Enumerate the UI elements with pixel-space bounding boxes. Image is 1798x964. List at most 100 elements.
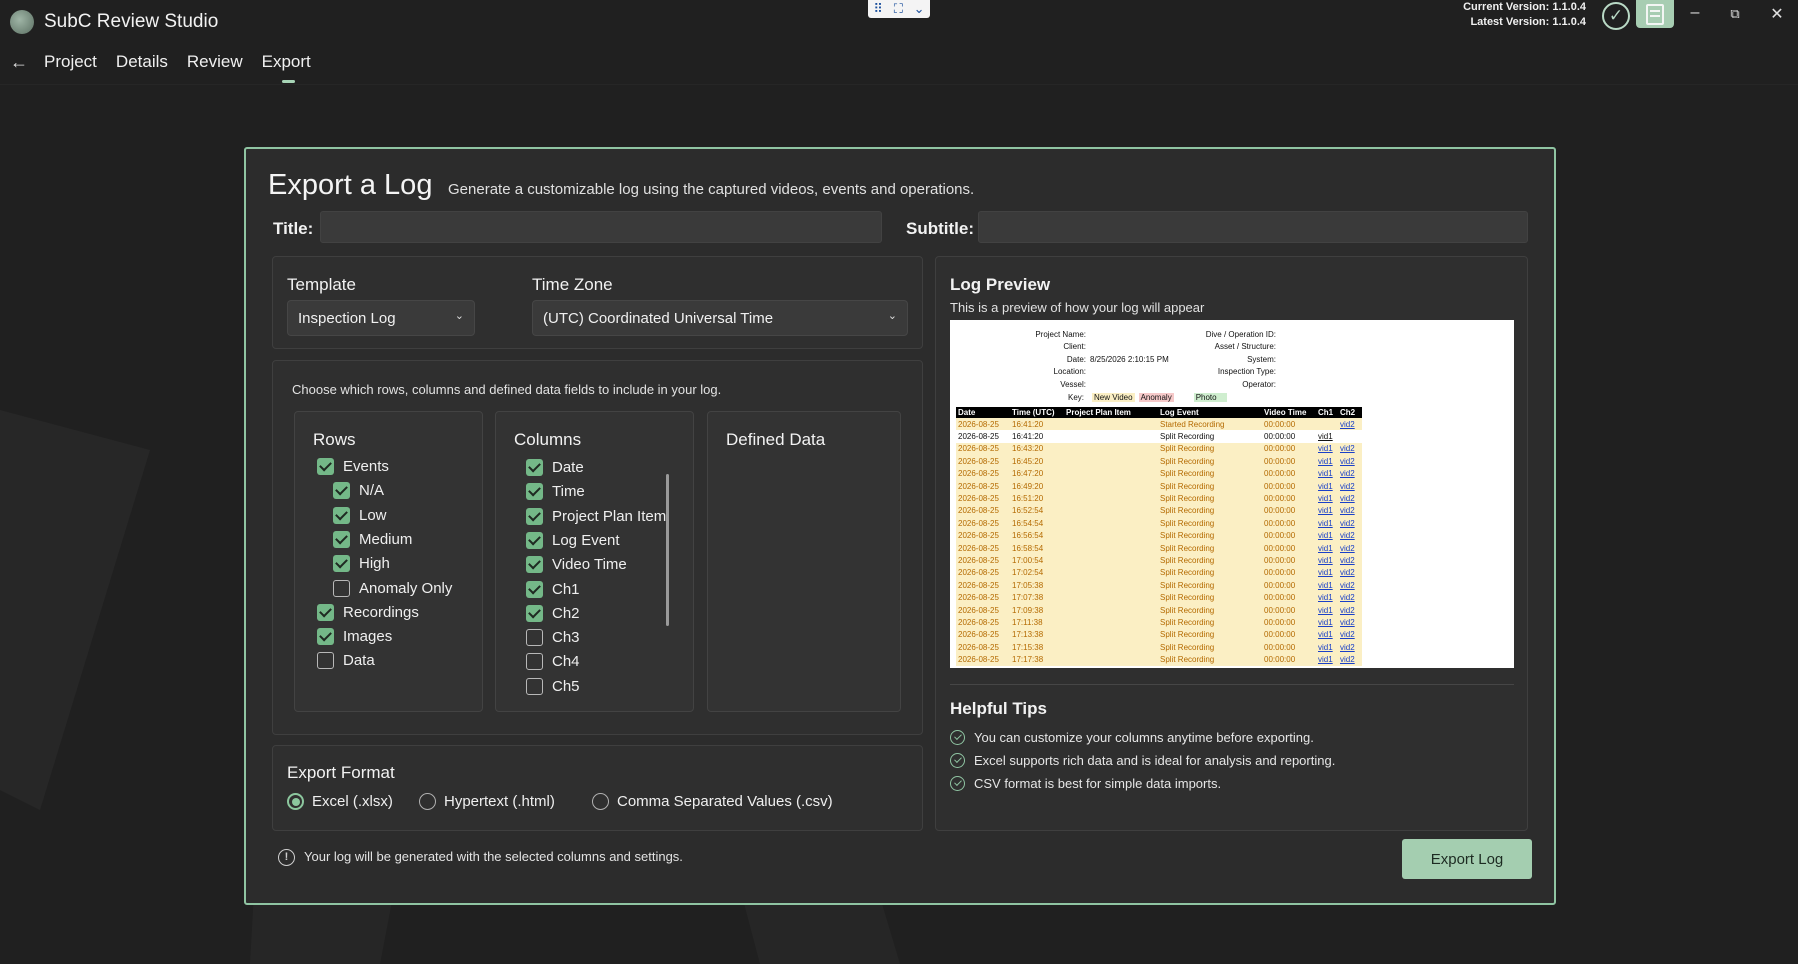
preview-cell-ch1[interactable]: vid1 [1316, 603, 1338, 617]
preview-cell-ch1[interactable]: vid1 [1316, 591, 1338, 604]
column-option[interactable]: Ch5 [526, 677, 580, 695]
checkbox-checked-icon[interactable] [526, 531, 543, 549]
checkbox-checked-icon[interactable] [317, 628, 334, 646]
column-option[interactable]: Ch2 [526, 604, 580, 622]
preview-cell-ch2[interactable]: vid2 [1338, 554, 1362, 567]
preview-cell-ch1[interactable]: vid1 [1316, 653, 1338, 666]
preview-cell-ch2[interactable]: vid2 [1338, 442, 1362, 456]
row-option[interactable]: Images [317, 628, 392, 646]
checkbox-checked-icon[interactable] [526, 459, 543, 476]
preview-cell-ch2[interactable]: vid2 [1338, 603, 1362, 617]
column-option[interactable]: Date [526, 459, 584, 476]
checkbox-checked-icon[interactable] [526, 580, 543, 598]
row-option[interactable]: Recordings [317, 603, 419, 621]
row-option[interactable]: High [333, 555, 390, 573]
column-option[interactable]: Time [526, 483, 585, 501]
checkbox-unchecked-icon[interactable] [333, 579, 350, 597]
preview-cell-ch1[interactable]: vid1 [1316, 455, 1338, 468]
chevron-down-icon[interactable]: ⌄ [914, 1, 925, 17]
checkbox-checked-icon[interactable] [333, 482, 350, 500]
checkbox-checked-icon[interactable] [333, 555, 350, 573]
subtitle-input[interactable] [978, 211, 1528, 243]
preview-cell-ch1[interactable]: vid1 [1316, 566, 1338, 580]
tab-review[interactable]: Review [187, 52, 243, 72]
row-option[interactable]: Low [333, 506, 387, 524]
preview-cell-ch2[interactable]: vid2 [1338, 479, 1362, 493]
tab-details[interactable]: Details [116, 52, 168, 72]
row-option[interactable]: Data [317, 652, 375, 670]
preview-cell-ch2[interactable]: vid2 [1338, 467, 1362, 480]
preview-cell-ch1[interactable] [1316, 418, 1338, 431]
columns-scrollbar[interactable] [666, 474, 669, 626]
export-log-button[interactable]: Export Log [1402, 839, 1532, 879]
preview-cell-ch1[interactable]: vid1 [1316, 479, 1338, 493]
preview-cell-ch2[interactable]: vid2 [1338, 566, 1362, 580]
checkbox-checked-icon[interactable] [333, 530, 350, 548]
restore-button[interactable]: ⧉ [1720, 6, 1750, 22]
minimize-button[interactable]: – [1680, 4, 1710, 22]
timezone-select[interactable]: (UTC) Coordinated Universal Time ⌄ [532, 300, 908, 336]
preview-cell-ch1[interactable]: vid1 [1316, 492, 1338, 505]
preview-cell-ch2[interactable]: vid2 [1338, 641, 1362, 654]
up-to-date-check-icon[interactable]: ✓ [1602, 2, 1630, 30]
checkbox-checked-icon[interactable] [317, 458, 334, 475]
column-option[interactable]: Project Plan Item [526, 507, 666, 525]
checkbox-checked-icon[interactable] [526, 483, 543, 501]
column-option[interactable]: Video Time [526, 556, 627, 574]
radio-selected-icon[interactable] [287, 793, 304, 810]
checkbox-checked-icon[interactable] [317, 603, 334, 621]
back-arrow-icon[interactable]: ← [10, 52, 28, 73]
row-option[interactable]: Medium [333, 530, 412, 548]
preview-cell-ch1[interactable]: vid1 [1316, 430, 1338, 443]
column-option[interactable]: Ch3 [526, 629, 580, 647]
preview-cell-ch2[interactable] [1338, 430, 1362, 443]
tab-project[interactable]: Project [44, 52, 97, 72]
preview-cell-ch1[interactable]: vid1 [1316, 641, 1338, 654]
preview-cell-ch1[interactable]: vid1 [1316, 504, 1338, 518]
radio-unselected-icon[interactable] [592, 793, 609, 810]
column-option[interactable]: Log Event [526, 531, 620, 549]
checkbox-unchecked-icon[interactable] [526, 653, 543, 671]
row-option[interactable]: Anomaly Only [333, 579, 452, 597]
preview-cell-ch1[interactable]: vid1 [1316, 442, 1338, 456]
preview-cell-ch2[interactable]: vid2 [1338, 591, 1362, 604]
close-button[interactable]: ✕ [1762, 4, 1792, 24]
title-input[interactable] [320, 211, 882, 243]
column-option[interactable]: Ch1 [526, 580, 580, 598]
preview-cell-ch2[interactable]: vid2 [1338, 653, 1362, 666]
row-option[interactable]: N/A [333, 482, 384, 500]
row-option[interactable]: Events [317, 458, 389, 475]
preview-cell-ch2[interactable]: vid2 [1338, 455, 1362, 468]
format-option[interactable]: Comma Separated Values (.csv) [592, 793, 833, 810]
checkbox-checked-icon[interactable] [526, 507, 543, 525]
checkbox-unchecked-icon[interactable] [317, 652, 334, 670]
checkbox-checked-icon[interactable] [333, 506, 350, 524]
preview-cell-ch1[interactable]: vid1 [1316, 517, 1338, 530]
format-option[interactable]: Hypertext (.html) [419, 793, 555, 810]
column-option[interactable]: Ch4 [526, 653, 580, 671]
snap-layout-widget[interactable]: ⠿ ⛶ ⌄ [868, 0, 930, 18]
preview-cell-ch2[interactable]: vid2 [1338, 541, 1362, 555]
checkbox-checked-icon[interactable] [526, 556, 543, 574]
preview-cell-ch1[interactable]: vid1 [1316, 579, 1338, 592]
preview-cell-ch2[interactable]: vid2 [1338, 418, 1362, 431]
checkbox-checked-icon[interactable] [526, 604, 543, 622]
preview-cell-ch2[interactable]: vid2 [1338, 616, 1362, 629]
preview-cell-ch1[interactable]: vid1 [1316, 554, 1338, 567]
preview-cell-ch2[interactable]: vid2 [1338, 517, 1362, 530]
format-option[interactable]: Excel (.xlsx) [287, 793, 393, 810]
preview-cell-ch1[interactable]: vid1 [1316, 529, 1338, 542]
preview-cell-ch2[interactable]: vid2 [1338, 492, 1362, 505]
preview-cell-ch1[interactable]: vid1 [1316, 541, 1338, 555]
tab-export[interactable]: Export [262, 52, 311, 83]
preview-cell-ch1[interactable]: vid1 [1316, 616, 1338, 629]
preview-cell-ch1[interactable]: vid1 [1316, 467, 1338, 480]
template-select[interactable]: Inspection Log ⌄ [287, 300, 475, 336]
radio-unselected-icon[interactable] [419, 793, 436, 810]
notes-button[interactable] [1636, 0, 1674, 28]
checkbox-unchecked-icon[interactable] [526, 677, 543, 695]
preview-cell-ch2[interactable]: vid2 [1338, 504, 1362, 518]
preview-cell-ch2[interactable]: vid2 [1338, 529, 1362, 542]
preview-cell-ch2[interactable]: vid2 [1338, 579, 1362, 592]
preview-cell-ch2[interactable]: vid2 [1338, 628, 1362, 642]
